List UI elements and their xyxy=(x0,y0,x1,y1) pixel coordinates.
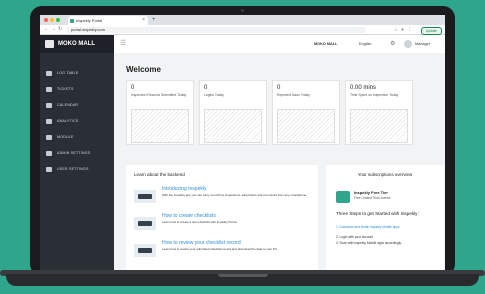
step-download-link[interactable]: 1. Download and install Inspekly Mobile … xyxy=(336,225,436,229)
empty-chart-placeholder xyxy=(131,109,189,143)
stat-value: 0 xyxy=(131,85,135,91)
maximize-window-button[interactable] xyxy=(56,18,60,22)
stat-card-logins: 0 Logins Today xyxy=(199,80,267,145)
sidebar: MOKO MALL LOG TABLE TICKETS CALENDAR ANA… xyxy=(40,35,114,270)
users-icon xyxy=(46,166,52,172)
webcam xyxy=(241,9,244,12)
learn-item-link[interactable]: How to review your checklist record xyxy=(162,240,241,246)
screen: Inspekly Portal × + ←→↻ portal.inspekly.… xyxy=(40,15,445,270)
step-scan: 3. Scan with Inspekly Mobile apps accord… xyxy=(336,241,402,245)
learn-item-desc: Learn how to create a new checklist with… xyxy=(162,220,238,224)
page-title: Welcome xyxy=(126,65,161,74)
top-bar: ☰ MOKO MALL English ⚙ Manager xyxy=(114,35,445,54)
tier-title: Inspekly Free Tier xyxy=(354,190,388,195)
close-tab-icon[interactable]: × xyxy=(142,16,145,25)
laptop-notch xyxy=(218,274,268,277)
settings-gear-icon[interactable]: ⚙ xyxy=(390,35,395,53)
browser-tab[interactable]: Inspekly Portal × xyxy=(68,16,148,25)
stat-label: Reported Issue Today xyxy=(277,93,310,97)
main-content: Welcome 0 Inspection Records Submitted T… xyxy=(114,53,445,270)
sidebar-item-log-table[interactable]: LOG TABLE xyxy=(40,65,114,81)
update-button[interactable]: Update xyxy=(420,26,442,35)
file-icon xyxy=(46,70,52,76)
video-thumbnail[interactable] xyxy=(134,190,156,203)
subscription-panel: Your subscriptions overview Inspekly Fre… xyxy=(326,165,444,270)
brand-logo xyxy=(45,40,54,48)
learn-item-link[interactable]: Introducing Inspekly xyxy=(162,186,206,192)
learn-item: How to review your checklist record Lear… xyxy=(134,240,314,262)
url-field[interactable]: portal.inspekly.com xyxy=(66,26,366,33)
sidebar-item-label: ANALYTICS xyxy=(57,119,79,123)
video-thumbnail[interactable] xyxy=(134,244,156,257)
sidebar-item-label: ADMIN SETTINGS xyxy=(57,151,91,155)
browser-toolbar-icons[interactable]: ☆✦⋮ xyxy=(394,25,415,34)
minimize-window-button[interactable] xyxy=(50,18,54,22)
stat-label: Logins Today xyxy=(204,93,224,97)
stat-card-issues: 0 Reported Issue Today xyxy=(272,80,340,145)
learn-item: How to create checklists Learn how to cr… xyxy=(134,213,314,235)
learn-item-link[interactable]: How to create checklists xyxy=(162,213,216,219)
chart-icon xyxy=(46,118,52,124)
steps-title: Three Steps to get Started with Inspekly… xyxy=(336,211,419,216)
sidebar-item-tickets[interactable]: TICKETS xyxy=(40,81,114,97)
stat-value: 0.00 mins xyxy=(350,85,377,91)
sidebar-item-label: TICKETS xyxy=(57,87,74,91)
brand-header: MOKO MALL xyxy=(40,35,114,53)
step-login: 2. Login with your account xyxy=(336,235,374,239)
user-menu[interactable]: Manager xyxy=(415,35,430,53)
tier-subtitle: Free Limited Trial License xyxy=(354,196,391,200)
sidebar-item-user-settings[interactable]: USER SETTINGS xyxy=(40,161,114,177)
sidebar-item-analytics[interactable]: ANALYTICS xyxy=(40,113,114,129)
subscription-title: Your subscriptions overview xyxy=(357,172,413,177)
stat-value: 0 xyxy=(204,85,208,91)
sidebar-item-label: MODULE xyxy=(57,135,74,139)
stat-value: 0 xyxy=(277,85,281,91)
mall-select[interactable]: MOKO MALL xyxy=(314,35,337,53)
new-tab-icon[interactable]: + xyxy=(152,15,156,25)
tier-logo xyxy=(336,191,350,203)
stat-card-time-spent: 0.00 mins Time Spent on Inspection Today xyxy=(345,80,413,145)
sidebar-item-label: USER SETTINGS xyxy=(57,167,89,171)
stat-label: Inspection Records Submitted Today xyxy=(131,93,187,97)
browser-nav-buttons[interactable]: ←→↻ xyxy=(44,25,64,34)
empty-chart-placeholder xyxy=(350,109,408,143)
language-select[interactable]: English xyxy=(359,35,371,53)
grid-icon xyxy=(46,134,52,140)
learn-item: Introducing Inspekly With the Inspekly a… xyxy=(134,186,314,208)
brand-name: MOKO MALL xyxy=(58,41,95,47)
sidebar-item-calendar[interactable]: CALENDAR xyxy=(40,97,114,113)
sidebar-item-admin-settings[interactable]: ADMIN SETTINGS xyxy=(40,145,114,161)
browser-tab-bar: Inspekly Portal × + xyxy=(40,15,445,25)
close-window-button[interactable] xyxy=(44,18,48,22)
gear-icon xyxy=(46,150,52,156)
sidebar-item-label: CALENDAR xyxy=(57,103,79,107)
ticket-icon xyxy=(46,86,52,92)
sidebar-item-module[interactable]: MODULE xyxy=(40,129,114,145)
menu-icon[interactable]: ☰ xyxy=(120,40,126,48)
window-controls xyxy=(44,18,60,22)
calendar-icon xyxy=(46,102,52,108)
favicon-icon xyxy=(70,18,74,23)
sidebar-nav: LOG TABLE TICKETS CALENDAR ANALYTICS MOD… xyxy=(40,65,114,177)
stat-label: Time Spent on Inspection Today xyxy=(350,93,399,97)
stat-card-inspections: 0 Inspection Records Submitted Today xyxy=(126,80,194,145)
sidebar-item-label: LOG TABLE xyxy=(57,71,79,75)
learn-item-desc: Learn how to review your submitted check… xyxy=(162,247,279,251)
learn-title: Learn about the backend xyxy=(134,172,185,177)
learn-item-desc: With the Inspekly app you can carry out … xyxy=(162,193,308,197)
empty-chart-placeholder xyxy=(277,109,335,143)
tab-title: Inspekly Portal xyxy=(76,18,103,23)
address-bar: ←→↻ portal.inspekly.com ☆✦⋮ Update xyxy=(40,25,445,35)
learn-panel: Learn about the backend Introducing Insp… xyxy=(126,165,318,270)
avatar[interactable] xyxy=(404,40,412,48)
video-thumbnail[interactable] xyxy=(134,217,156,230)
empty-chart-placeholder xyxy=(204,109,262,143)
